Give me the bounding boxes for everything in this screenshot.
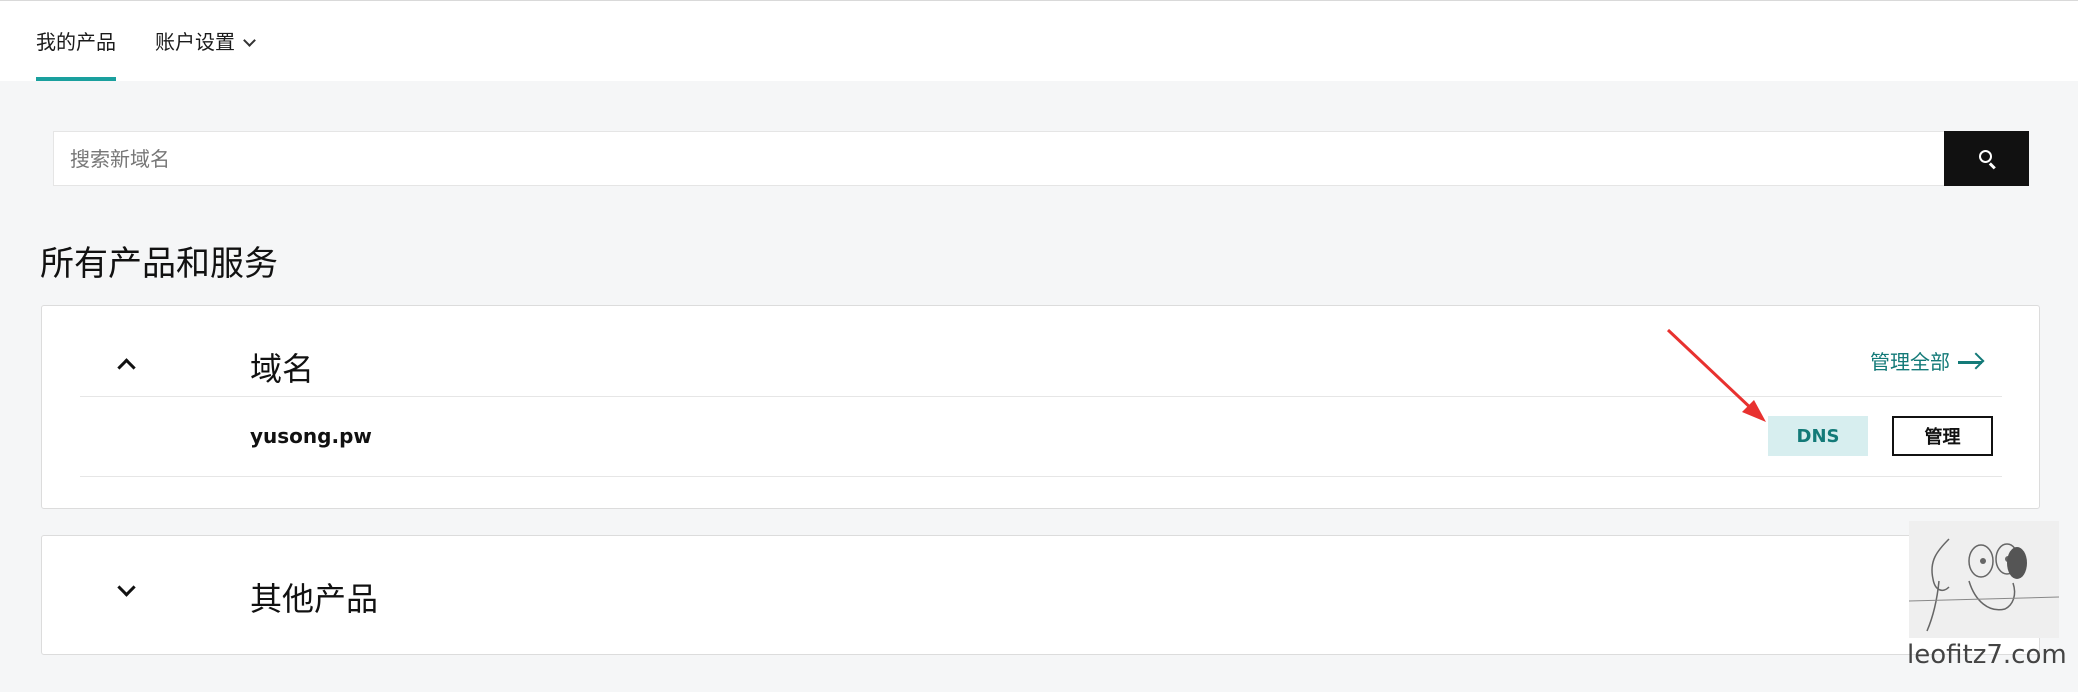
group-title-other-products: 其他产品	[250, 580, 379, 618]
search-box	[53, 131, 1945, 186]
watermark-logo	[1908, 521, 2060, 638]
page-title: 所有产品和服务	[40, 244, 278, 284]
dns-button[interactable]: DNS	[1768, 416, 1868, 456]
domains-card: 域名 管理全部 yusong.pw DNS 管理	[41, 305, 2040, 509]
chevron-down-icon[interactable]	[117, 578, 136, 597]
search-icon-handle	[1989, 162, 1996, 170]
group-title-domains: 域名	[250, 350, 315, 388]
divider	[80, 476, 2002, 477]
tab-account-settings-label: 账户设置	[155, 30, 235, 54]
chevron-down-icon	[243, 34, 256, 47]
domain-name: yusong.pw	[250, 424, 372, 448]
watermark-text: leofitz7.com	[1907, 640, 2067, 670]
other-products-card: 其他产品	[41, 535, 2040, 655]
arrow-right-icon	[1958, 352, 1985, 372]
tab-account-settings[interactable]: 账户设置	[155, 29, 256, 55]
search-icon	[1979, 150, 1992, 163]
manage-all-link[interactable]: 管理全部	[1870, 349, 1985, 375]
search-button[interactable]	[1944, 131, 2029, 186]
top-nav: 我的产品 账户设置	[0, 0, 2078, 81]
manage-button[interactable]: 管理	[1892, 416, 1993, 456]
active-tab-indicator	[36, 77, 116, 81]
search-input[interactable]	[54, 132, 1944, 185]
divider	[80, 396, 2002, 397]
chevron-up-icon[interactable]	[117, 358, 136, 377]
manage-all-label: 管理全部	[1870, 350, 1950, 374]
tab-my-products[interactable]: 我的产品	[36, 29, 116, 55]
